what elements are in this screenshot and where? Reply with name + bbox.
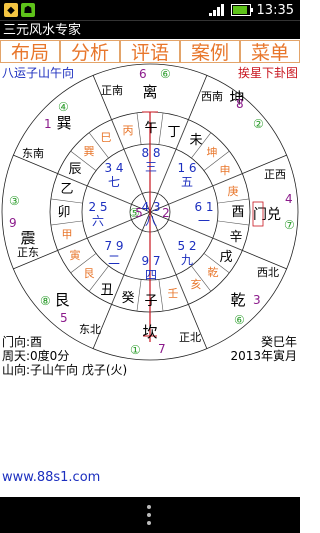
label-zhengdong: 正东: [17, 246, 39, 259]
mountain-divider: [158, 112, 164, 145]
star-r-n: 一: [198, 214, 210, 228]
mountain-divider: [217, 198, 250, 204]
label-xibei: 西北: [257, 266, 279, 279]
mtn-gui: 癸: [121, 291, 134, 306]
label-dongnan: 东南: [22, 147, 44, 160]
month-label: 2013年寅月: [230, 349, 297, 363]
mtn-geng: 庚: [228, 184, 239, 198]
mtn-bing: 丙: [123, 124, 134, 137]
dir-gen: 艮: [54, 291, 69, 309]
star-r: 6 1: [194, 200, 213, 214]
num-bottom: 7: [158, 342, 166, 356]
dir-zhen: 震: [20, 229, 35, 247]
star-tr-n: 五: [181, 175, 193, 189]
star-center-n: 八: [145, 214, 157, 228]
num-br: 3: [253, 293, 261, 307]
mtn-ren: 壬: [168, 287, 179, 300]
mtn-wei: 未: [189, 133, 202, 148]
label-zhengxi: 正西: [264, 168, 286, 181]
star-l: 2 5: [88, 200, 107, 214]
mtn-chou: 丑: [100, 283, 113, 298]
mtn-yin: 寅: [70, 248, 81, 262]
year-label: 癸巳年: [260, 335, 297, 349]
star-b-n: 四: [145, 268, 157, 282]
star-tl-n: 七: [108, 175, 120, 189]
label-xinan: 西南: [201, 90, 223, 103]
star-b: 9 7: [141, 254, 160, 268]
star-top-n: 三: [145, 160, 157, 174]
mountain-divider: [136, 112, 142, 145]
mtn-ding: 丁: [167, 125, 180, 140]
num-top: 6: [139, 67, 147, 81]
label-dongbei: 东北: [79, 323, 101, 336]
mtn-wu: 午: [144, 121, 157, 136]
num-tl: 1: [44, 117, 52, 131]
dir-xun: 巽: [56, 114, 71, 132]
palace-divider: [123, 230, 143, 275]
mtn-shen: 申: [220, 164, 231, 177]
dir-li: 离: [142, 83, 157, 101]
degree-readout: 周天:0度0分: [2, 349, 70, 363]
num-tr: 8: [236, 97, 244, 111]
circled-right: ⑦: [284, 218, 295, 232]
mountain-divider: [136, 279, 142, 312]
mtn-zi: 子: [144, 294, 157, 309]
star-l-n: 六: [92, 214, 104, 228]
mtn-xu: 戌: [219, 250, 232, 265]
star-bl: 7 9: [104, 239, 123, 253]
circled-br: ⑥: [234, 313, 245, 327]
mountain-divider: [50, 220, 83, 226]
star-tr: 1 6: [177, 161, 196, 175]
mountain-facing: 山向:子山午向 戊子(火): [2, 363, 128, 377]
num-left: 9: [9, 216, 17, 230]
mtn-you: 酉: [231, 205, 244, 220]
mtn-qian: 乾: [208, 266, 219, 279]
mtn-mao: 卯: [57, 205, 70, 220]
mtn-kun: 坤: [207, 145, 218, 159]
dir-qian: 乾: [230, 291, 245, 309]
star-center: 4 3: [141, 200, 160, 214]
star-br: 5 2: [177, 239, 196, 253]
palace-divider: [123, 149, 143, 194]
circled-bottom: ①: [130, 343, 141, 357]
mtn-si: 巳: [101, 131, 112, 144]
star-center-right: 2: [162, 206, 170, 220]
mountain-divider: [217, 220, 250, 226]
mtn-jia: 甲: [62, 228, 73, 241]
star-center-left: 5: [135, 206, 143, 220]
overflow-menu-icon[interactable]: [146, 505, 152, 525]
system-nav-bar: [0, 497, 300, 533]
luopan-compass[interactable]: 离 坎 震 门兑 巽 坤 艮 乾 正南 西南 东南 正东 正西 西北 东北 正北…: [0, 0, 300, 533]
mountain-divider: [158, 279, 164, 312]
circled-tl: ④: [58, 100, 69, 114]
mtn-chen: 辰: [68, 162, 81, 177]
door-direction: 门向:酉: [2, 335, 43, 349]
num-bl: 5: [60, 311, 68, 325]
palace-divider: [157, 230, 177, 275]
star-bl-n: 二: [108, 253, 120, 267]
dir-dui-door: 门兑: [253, 207, 281, 223]
star-br-n: 九: [181, 253, 193, 267]
website-link[interactable]: www.88s1.com: [2, 470, 100, 485]
mtn-hai: 亥: [191, 277, 202, 291]
num-right: 4: [285, 192, 293, 206]
label-zhengnan: 正南: [101, 84, 123, 97]
dir-kan: 坎: [142, 323, 157, 341]
label-zhengbei: 正北: [179, 331, 201, 344]
circled-bl: ⑧: [40, 294, 51, 308]
mtn-gen: 艮: [84, 267, 95, 280]
circled-top: ⑥: [160, 67, 171, 81]
star-tl: 3 4: [104, 161, 123, 175]
circled-left: ③: [9, 194, 20, 208]
mtn-xun: 巽: [84, 145, 95, 158]
circled-tr: ②: [253, 117, 264, 131]
mtn-xin: 辛: [229, 230, 242, 245]
mountain-divider: [50, 198, 83, 204]
star-top: 8 8: [141, 146, 160, 160]
mtn-yi: 乙: [60, 182, 73, 197]
